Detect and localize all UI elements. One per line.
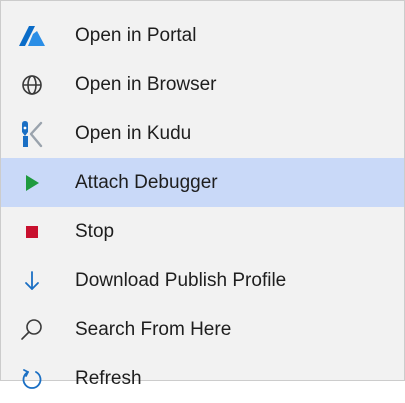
search-icon <box>9 314 55 346</box>
menu-item-label: Stop <box>75 220 115 242</box>
menu-item-label: Search From Here <box>75 318 232 340</box>
menu-item-attach-debugger[interactable]: Attach Debugger <box>1 158 404 207</box>
menu-item-label: Attach Debugger <box>75 171 218 193</box>
menu-item-download-publish-profile[interactable]: Download Publish Profile <box>1 256 404 305</box>
menu-item-search-from-here[interactable]: Search From Here <box>1 305 404 354</box>
menu-item-label: Download Publish Profile <box>75 269 287 291</box>
menu-item-open-in-portal[interactable]: Open in Portal <box>1 11 404 60</box>
menu-item-label: Refresh <box>75 367 142 389</box>
menu-item-open-in-browser[interactable]: Open in Browser <box>1 60 404 109</box>
menu-item-label: Open in Kudu <box>75 122 192 144</box>
context-menu: Open in Portal Open in Browser Open in K… <box>0 0 405 389</box>
kudu-icon <box>9 118 55 150</box>
menu-item-label: Open in Browser <box>75 73 217 95</box>
menu-item-refresh[interactable]: Refresh <box>1 354 404 403</box>
stop-icon <box>9 216 55 248</box>
azure-logo-icon <box>9 20 55 52</box>
download-arrow-icon <box>9 265 55 297</box>
menu-item-label: Open in Portal <box>75 24 197 46</box>
menu-item-stop[interactable]: Stop <box>1 207 404 256</box>
menu-item-open-in-kudu[interactable]: Open in Kudu <box>1 109 404 158</box>
play-icon <box>9 167 55 199</box>
refresh-icon <box>9 363 55 395</box>
globe-icon <box>9 69 55 101</box>
